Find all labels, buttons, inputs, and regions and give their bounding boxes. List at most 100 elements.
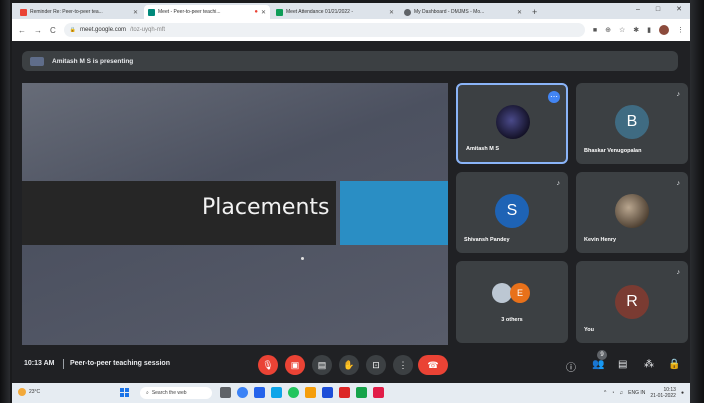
- more-options-button[interactable]: ⋮: [393, 355, 413, 375]
- notification-icon[interactable]: ●: [681, 390, 684, 396]
- search-icon: ⌕: [146, 390, 149, 396]
- screen-bezel-right: [690, 0, 704, 403]
- close-icon[interactable]: ✕: [517, 9, 522, 16]
- sidebar-icon[interactable]: ▮: [647, 26, 651, 34]
- gmail-icon: [20, 8, 27, 16]
- close-icon[interactable]: ✕: [133, 9, 138, 16]
- minimize-icon[interactable]: –: [636, 3, 640, 17]
- camera-off-icon: ▣: [290, 359, 300, 370]
- volume-icon[interactable]: ♫: [619, 390, 623, 396]
- chrome-icon[interactable]: [288, 387, 299, 398]
- excel-icon[interactable]: [356, 387, 367, 398]
- info-icon[interactable]: ⓘ: [566, 359, 576, 374]
- reload-icon[interactable]: C: [50, 26, 56, 35]
- participant-name: You: [584, 327, 594, 333]
- tab-sheets[interactable]: Meet Attendance 01/21/2022 - ✕: [272, 5, 398, 19]
- address-bar[interactable]: 🔒 meet.google.com/toz-uyqh-mft: [63, 23, 585, 37]
- avatar: S: [495, 194, 529, 228]
- app-icon[interactable]: [373, 387, 384, 398]
- more-options-icon[interactable]: ⋯: [548, 91, 560, 103]
- recording-dot-icon: ●: [254, 9, 258, 15]
- camera-toggle-button[interactable]: ▣: [285, 355, 305, 375]
- mic-off-icon: ♪: [676, 91, 681, 98]
- participant-tile-others[interactable]: E 3 others: [456, 261, 568, 343]
- divider: [63, 359, 64, 369]
- activities-icon[interactable]: ⁂: [644, 359, 654, 370]
- back-icon[interactable]: ←: [18, 26, 26, 35]
- tab-meet[interactable]: Meet - Peer-to-peer teachi... ● ✕: [144, 5, 270, 19]
- tab-title: Meet Attendance 01/21/2022 -: [286, 9, 353, 15]
- participant-tile-you[interactable]: R ♪ You: [576, 261, 688, 343]
- participant-tile-amitash[interactable]: ⋯ Amitash M S: [456, 83, 568, 164]
- avatar: R: [615, 285, 649, 319]
- slide-accent-block: [340, 181, 448, 245]
- bookmark-star-icon[interactable]: ☆: [619, 26, 625, 34]
- tab-dashboard[interactable]: My Dashboard - DMJMS - Mo... ✕: [400, 5, 526, 19]
- extensions-icon[interactable]: ✱: [633, 26, 639, 34]
- browser-tab-strip: Reminder Re: Peer-to-peer tea... ✕ Meet …: [12, 3, 690, 19]
- translate-icon[interactable]: ⊕: [605, 26, 611, 34]
- start-button[interactable]: [120, 388, 130, 398]
- window-controls: – □ ✕: [636, 3, 682, 17]
- meeting-control-bar: 10:13 AM Peer-to-peer teaching session 🎙…: [12, 345, 690, 383]
- avatar: B: [615, 105, 649, 139]
- sun-icon: [18, 388, 26, 396]
- participant-tile-kevin[interactable]: ♪ Kevin Henry: [576, 172, 688, 253]
- window-close-icon[interactable]: ✕: [676, 3, 682, 17]
- app-icon[interactable]: [237, 387, 248, 398]
- hand-icon: ✋: [343, 359, 355, 370]
- leave-call-button[interactable]: ☎: [418, 355, 448, 375]
- close-icon[interactable]: ✕: [261, 9, 266, 16]
- host-controls-icon[interactable]: 🔒: [668, 359, 680, 370]
- participant-tile-shivansh[interactable]: S ♪ Shivansh Pandey: [456, 172, 568, 253]
- avatar: [615, 194, 649, 228]
- captions-button[interactable]: ▤: [312, 355, 332, 375]
- raise-hand-button[interactable]: ✋: [339, 355, 359, 375]
- word-icon[interactable]: [322, 387, 333, 398]
- weather-widget[interactable]: 23°C: [18, 388, 40, 396]
- toolbar-icons: ■ ⊕ ☆ ✱ ▮ ⋮: [593, 25, 684, 35]
- avatar: [492, 283, 512, 303]
- app-icon[interactable]: [339, 387, 350, 398]
- mic-toggle-button[interactable]: 🎙: [258, 355, 278, 375]
- profile-avatar[interactable]: [659, 25, 669, 35]
- windows-taskbar: 23°C ⌕ Search the web ^ ◔ ♫ ENG IN 10:13…: [12, 383, 690, 403]
- participant-tile-bhaskar[interactable]: B ♪ Bhaskar Venugopalan: [576, 83, 688, 164]
- participant-count-badge: 9: [597, 350, 607, 360]
- present-icon: ⊡: [372, 359, 380, 370]
- file-explorer-icon[interactable]: [305, 387, 316, 398]
- menu-icon[interactable]: ⋮: [677, 26, 684, 34]
- participant-name: Kevin Henry: [584, 237, 617, 243]
- task-view-icon[interactable]: [220, 387, 231, 398]
- forward-icon[interactable]: →: [34, 26, 42, 35]
- maximize-icon[interactable]: □: [656, 3, 660, 17]
- participant-name: Shivansh Pandey: [464, 237, 510, 243]
- tab-title: Meet - Peer-to-peer teachi...: [158, 9, 221, 15]
- camera-indicator-icon[interactable]: ■: [593, 27, 597, 34]
- network-icon[interactable]: ◔: [611, 390, 614, 396]
- present-button[interactable]: ⊡: [366, 355, 386, 375]
- participant-name: Bhaskar Venugopalan: [584, 148, 642, 154]
- taskbar-search[interactable]: ⌕ Search the web: [140, 387, 212, 399]
- sheets-icon: [276, 8, 283, 16]
- chevron-up-icon[interactable]: ^: [604, 390, 606, 396]
- temperature: 23°C: [29, 389, 41, 395]
- meet-icon: [148, 8, 155, 16]
- people-icon[interactable]: 👥: [592, 359, 604, 370]
- chat-icon[interactable]: ▤: [618, 359, 627, 370]
- mic-off-icon: 🎙: [262, 359, 274, 370]
- tab-gmail[interactable]: Reminder Re: Peer-to-peer tea... ✕: [16, 5, 142, 19]
- language-indicator[interactable]: ENG IN: [628, 390, 645, 396]
- meeting-title: Peer-to-peer teaching session: [70, 360, 170, 367]
- presenting-banner: Amitash M S is presenting: [22, 51, 678, 71]
- tray-clock[interactable]: 10:13 21-01-2022: [650, 387, 676, 399]
- globe-icon: [404, 8, 411, 16]
- phone-hangup-icon: ☎: [427, 359, 439, 370]
- presentation-stage: Placements: [22, 83, 448, 345]
- app-icon[interactable]: [254, 387, 265, 398]
- edge-icon[interactable]: [271, 387, 282, 398]
- meet-window: Amitash M S is presenting Placements ⋯ A…: [12, 41, 690, 383]
- close-icon[interactable]: ✕: [389, 9, 394, 16]
- participant-name: Amitash M S: [466, 146, 500, 152]
- new-tab-button[interactable]: +: [532, 5, 537, 19]
